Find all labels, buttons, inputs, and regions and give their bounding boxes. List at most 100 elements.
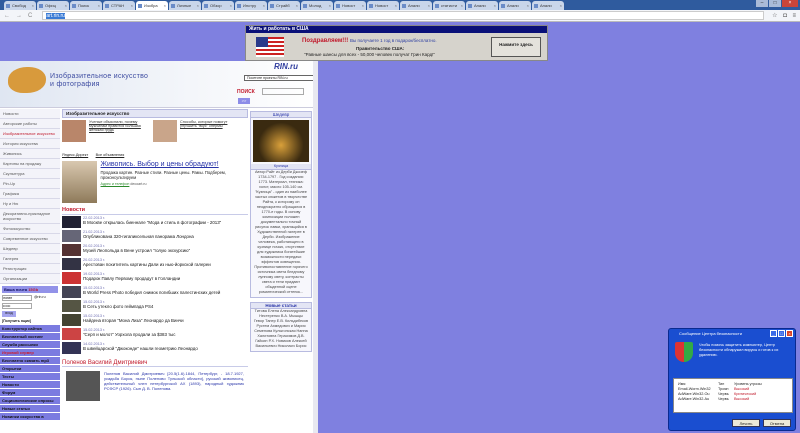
url-input[interactable]: art.rin.ru [42, 11, 765, 20]
news-title[interactable]: Опубликована 320-гигапиксельная панорама… [83, 234, 194, 239]
sidebar-nav-item[interactable]: Новости [0, 109, 60, 119]
search-button[interactable]: >> [238, 98, 250, 104]
close-window-button[interactable]: × [782, 0, 798, 7]
service-link[interactable]: Конструктор сайтов [0, 325, 60, 333]
browser-tab[interactable]: Новост × [334, 1, 366, 10]
sidebar-nav-item[interactable]: Графика [0, 189, 60, 199]
sidebar-nav-item[interactable]: Изобразительное искусство [0, 129, 60, 139]
sidebar-nav-item[interactable]: Фотоискусство [0, 224, 60, 234]
news-title[interactable]: "Серп и молот" Уорхола продали за $383 т… [83, 332, 175, 337]
service-link[interactable]: Служба рассылки [0, 341, 60, 349]
news-title[interactable]: Найдена вторая "Мона Лиза" Леонардо да В… [83, 318, 184, 323]
promo-image[interactable] [62, 120, 86, 142]
news-title[interactable]: В World Press Photo победил снимок погиб… [83, 290, 220, 295]
tab-close-icon[interactable]: × [296, 3, 298, 8]
bio-heading[interactable]: Поленов Василий Дмитриевич [62, 360, 248, 367]
tab-close-icon[interactable]: × [230, 3, 232, 8]
minimize-button[interactable]: – [756, 0, 768, 7]
tab-close-icon[interactable]: × [461, 3, 463, 8]
tab-close-icon[interactable]: × [164, 3, 166, 8]
dialog-maximize-button[interactable]: □ [778, 330, 785, 337]
browser-tab[interactable]: Новост × [367, 1, 399, 10]
browser-tab[interactable]: Свобод × [4, 1, 36, 10]
news-title[interactable]: В Москве открылась биеннале "Мода и стил… [83, 220, 221, 225]
sidebar-nav-item[interactable]: Организации [0, 274, 60, 284]
news-thumbnail[interactable] [62, 272, 81, 284]
tab-close-icon[interactable]: × [560, 3, 562, 8]
menu-icon[interactable]: ≡ [792, 13, 796, 19]
browser-tab[interactable]: Анали × [400, 1, 432, 10]
news-thumbnail[interactable] [62, 230, 81, 242]
news-thumbnail[interactable] [62, 216, 81, 228]
sidebar-nav-item[interactable]: Шедевр [0, 244, 60, 254]
browser-tab[interactable]: статисти × [433, 1, 465, 10]
browser-tab[interactable]: Анали × [499, 1, 531, 10]
sidebar-nav-item[interactable]: Ну и Ню [0, 199, 60, 209]
ad-click-button[interactable]: Нажмите здесь [491, 37, 541, 57]
tab-close-icon[interactable]: × [329, 3, 331, 8]
maximize-button[interactable]: □ [769, 0, 781, 7]
sidebar-nav-item[interactable]: Галерея [0, 254, 60, 264]
browser-tab[interactable]: Инстру × [235, 1, 267, 10]
service-link[interactable]: Новинки искусства в [0, 413, 60, 421]
yandex-direct-link[interactable]: Яндекс.Директ [62, 153, 88, 157]
browser-tab[interactable]: Молод × [301, 1, 333, 10]
browser-tab[interactable]: Обзор × [202, 1, 234, 10]
promo-image[interactable] [153, 120, 177, 142]
browser-tab[interactable]: Офиц × [37, 1, 69, 10]
news-title[interactable]: Подарок Павлу Первому продадут в Голланд… [83, 276, 180, 281]
painting-image[interactable] [253, 120, 309, 162]
news-thumbnail[interactable] [62, 328, 81, 340]
search-input[interactable] [262, 88, 304, 95]
tab-close-icon[interactable]: × [197, 3, 199, 8]
browser-tab[interactable]: Анали × [532, 1, 564, 10]
tab-close-icon[interactable]: × [494, 3, 496, 8]
service-link[interactable]: Новые статьи [0, 405, 60, 413]
browser-tab[interactable]: СТРАН × [103, 1, 135, 10]
cancel-button[interactable]: Отмена [763, 419, 791, 427]
get-mailbox-link[interactable]: [Получить ящик] [2, 319, 58, 323]
tab-close-icon[interactable]: × [395, 3, 397, 8]
tab-close-icon[interactable]: × [263, 3, 265, 8]
featured-image[interactable] [62, 161, 97, 203]
news-thumbnail[interactable] [62, 300, 81, 312]
browser-tab[interactable]: Личные × [169, 1, 201, 10]
back-icon[interactable]: ← [4, 13, 10, 19]
news-thumbnail[interactable] [62, 342, 81, 354]
sidebar-nav-item[interactable]: Живопись [0, 149, 60, 159]
treat-button[interactable]: Лечить [732, 419, 760, 427]
service-link[interactable]: Открытки [0, 365, 60, 373]
login-field[interactable] [2, 295, 32, 301]
service-link[interactable]: Новости [0, 381, 60, 389]
news-title[interactable]: Арестован похититель картины Дали из нью… [83, 262, 211, 267]
sidebar-nav-item[interactable]: Скульптура [0, 169, 60, 179]
login-button[interactable]: вход [2, 311, 16, 317]
service-link[interactable]: Игровой сервер [0, 349, 60, 357]
tab-close-icon[interactable]: × [98, 3, 100, 8]
page-scrollbar[interactable] [313, 61, 318, 433]
news-thumbnail[interactable] [62, 314, 81, 326]
featured-title[interactable]: Живопись. Выбор и цены обрадуют! [101, 161, 248, 168]
service-link[interactable]: Бесплатно скачать mp3 [0, 357, 60, 365]
forward-icon[interactable]: → [16, 13, 22, 19]
sidebar-nav-item[interactable]: Картины на продажу [0, 159, 60, 169]
all-ads-link[interactable]: Все объявления [96, 153, 125, 157]
bookmark-star-icon[interactable]: ☆ [772, 13, 777, 19]
news-thumbnail[interactable] [62, 258, 81, 270]
tab-close-icon[interactable]: × [527, 3, 529, 8]
browser-tab[interactable]: Поиск × [70, 1, 102, 10]
news-thumbnail[interactable] [62, 286, 81, 298]
sidebar-nav-item[interactable]: Декоративно-прикладное искусство [0, 209, 60, 224]
password-field[interactable] [2, 303, 32, 309]
tab-close-icon[interactable]: × [131, 3, 133, 8]
sidebar-nav-item[interactable]: История искусства [0, 139, 60, 149]
address-link[interactable]: Адрес и телефон [101, 182, 130, 186]
reload-icon[interactable]: C [28, 13, 32, 19]
tab-close-icon[interactable]: × [65, 3, 67, 8]
tab-close-icon[interactable]: × [428, 3, 430, 8]
promo-link[interactable]: Способы, которые помогут улучшить "вкус"… [180, 120, 238, 144]
new-articles-list[interactable]: Титова Елена Александровна Нестеренко В.… [251, 309, 311, 349]
dialog-close-button[interactable]: × [786, 330, 793, 337]
news-title[interactable]: Музей Леопольда в Вене устроил "голую эк… [83, 248, 190, 253]
service-link[interactable]: Тесты [0, 373, 60, 381]
